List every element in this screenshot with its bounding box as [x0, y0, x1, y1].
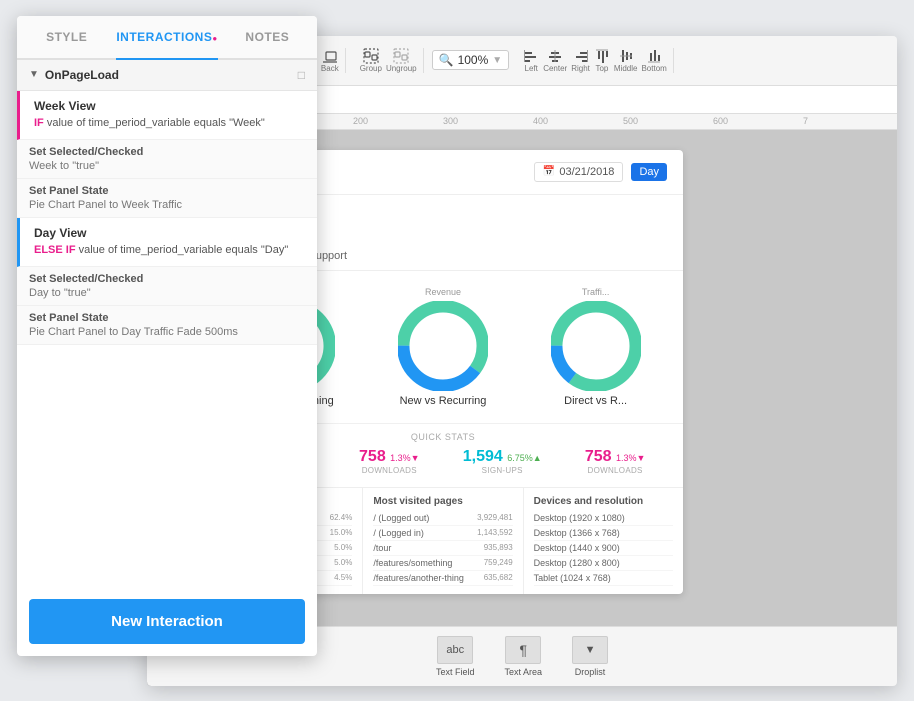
trigger-folder-icon: □: [298, 68, 305, 82]
trigger-name: OnPageLoad: [45, 68, 119, 82]
table-row: Desktop (1920 x 1080): [534, 511, 673, 526]
droplist-icon: ▼: [572, 636, 608, 664]
week-panel-title: Set Panel State: [29, 185, 305, 197]
qs-downloads: 758 1.3%▼ DOWNLOADS: [359, 448, 420, 475]
table-most-visited: Most visited pages / (Logged out) 3,929,…: [363, 488, 523, 594]
table-most-visited-header: Most visited pages: [373, 496, 512, 507]
trigger-group-on-page-load: ▼ OnPageLoad □ Week View IF value of tim…: [17, 60, 317, 346]
day-set-title: Set Selected/Checked: [29, 273, 305, 285]
chart-direct: Traffi... Direct vs R...: [551, 287, 641, 407]
text-area-icon: ¶: [505, 636, 541, 664]
day-button[interactable]: Day: [631, 163, 667, 181]
text-area-tool[interactable]: ¶ Text Area: [504, 636, 542, 677]
group-tool[interactable]: Group: [360, 48, 382, 73]
day-view-block: Day View ELSE IF value of time_period_va…: [17, 218, 317, 267]
chart-revenue-svg: [398, 301, 488, 391]
right-align[interactable]: Right: [571, 48, 590, 73]
day-set-panel: Set Panel State Pie Chart Panel to Day T…: [17, 306, 317, 345]
week-set-panel: Set Panel State Pie Chart Panel to Week …: [17, 179, 317, 218]
zoom-value: 100%: [458, 53, 489, 67]
qs-signups: 1,594 6.75%▲ SIGN-UPS: [463, 448, 542, 475]
dash-header-right: 📅 03/21/2018 Day: [534, 162, 667, 182]
text-field-tool[interactable]: abc Text Field: [436, 636, 475, 677]
table-row: Tablet (1024 x 768): [534, 571, 673, 586]
droplist-tool[interactable]: ▼ Droplist: [572, 636, 608, 677]
chart-revenue-top-label: Revenue: [425, 287, 461, 297]
week-view-block: Week View IF value of time_period_variab…: [17, 91, 317, 140]
day-panel-title: Set Panel State: [29, 312, 305, 324]
chart-direct-svg: [551, 301, 641, 391]
zoom-control[interactable]: 🔍 100% ▼: [432, 50, 510, 70]
new-interaction-button[interactable]: New Interaction: [29, 599, 305, 644]
week-panel-value: Pie Chart Panel to Week Traffic: [29, 199, 305, 211]
center-align[interactable]: Center: [543, 48, 567, 73]
panel-content: ▼ OnPageLoad □ Week View IF value of tim…: [17, 60, 317, 587]
chart-revenue: Revenue New vs Recurring: [398, 287, 488, 407]
ungroup-tool[interactable]: Ungroup: [386, 48, 417, 73]
table-devices-header: Devices and resolution: [534, 496, 673, 507]
toolbar-group-group: Group Ungroup: [354, 48, 424, 73]
chart-revenue-bottom-label: New vs Recurring: [400, 395, 487, 407]
table-row: Desktop (1440 x 900): [534, 541, 673, 556]
text-field-icon: abc: [437, 636, 473, 664]
trigger-header: ▼ OnPageLoad □: [17, 60, 317, 91]
date-picker[interactable]: 📅 03/21/2018: [534, 162, 624, 182]
top-align[interactable]: Top: [594, 48, 610, 73]
left-align[interactable]: Left: [523, 48, 539, 73]
week-view-title: Week View: [34, 99, 305, 113]
chart-direct-top-label: Traffi...: [582, 287, 610, 297]
table-row: Desktop (1280 x 800): [534, 556, 673, 571]
middle-align[interactable]: Middle: [614, 48, 638, 73]
panel-tabs: STYLE INTERACTIONS● NOTES: [17, 16, 317, 60]
qs-downloads2: 758 1.3%▼ DOWNLOADS: [585, 448, 646, 475]
table-row: / (Logged in) 1,143,592: [373, 526, 512, 541]
trigger-arrow-icon: ▼: [29, 69, 39, 80]
table-row: /tour 935,893: [373, 541, 512, 556]
week-view-condition: IF value of time_period_variable equals …: [34, 116, 305, 131]
week-set-value: Week to "true": [29, 160, 305, 172]
day-view-title: Day View: [34, 226, 305, 240]
table-row: / (Logged out) 3,929,481: [373, 511, 512, 526]
tab-style[interactable]: STYLE: [17, 16, 116, 58]
table-row: Desktop (1366 x 768): [534, 526, 673, 541]
table-row: /features/another-thing 635,682: [373, 571, 512, 586]
day-panel-value: Pie Chart Panel to Day Traffic Fade 500m…: [29, 326, 305, 338]
table-row: /features/something 759,249: [373, 556, 512, 571]
day-set-selected: Set Selected/Checked Day to "true": [17, 267, 317, 306]
chart-direct-bottom-label: Direct vs R...: [564, 395, 627, 407]
day-view-condition: ELSE IF value of time_period_variable eq…: [34, 243, 305, 258]
tab-notes[interactable]: NOTES: [218, 16, 317, 58]
back-label[interactable]: Back: [321, 48, 339, 73]
week-set-title: Set Selected/Checked: [29, 146, 305, 158]
table-devices: Devices and resolution Desktop (1920 x 1…: [524, 488, 683, 594]
bottom-align[interactable]: Bottom: [641, 48, 666, 73]
tab-interactions[interactable]: INTERACTIONS●: [116, 16, 217, 60]
week-set-selected: Set Selected/Checked Week to "true": [17, 140, 317, 179]
day-set-value: Day to "true": [29, 287, 305, 299]
interactions-panel: STYLE INTERACTIONS● NOTES ▼ OnPageLoad □…: [17, 16, 317, 656]
toolbar-group-align: Left Center Right Top Middle: [517, 48, 674, 73]
